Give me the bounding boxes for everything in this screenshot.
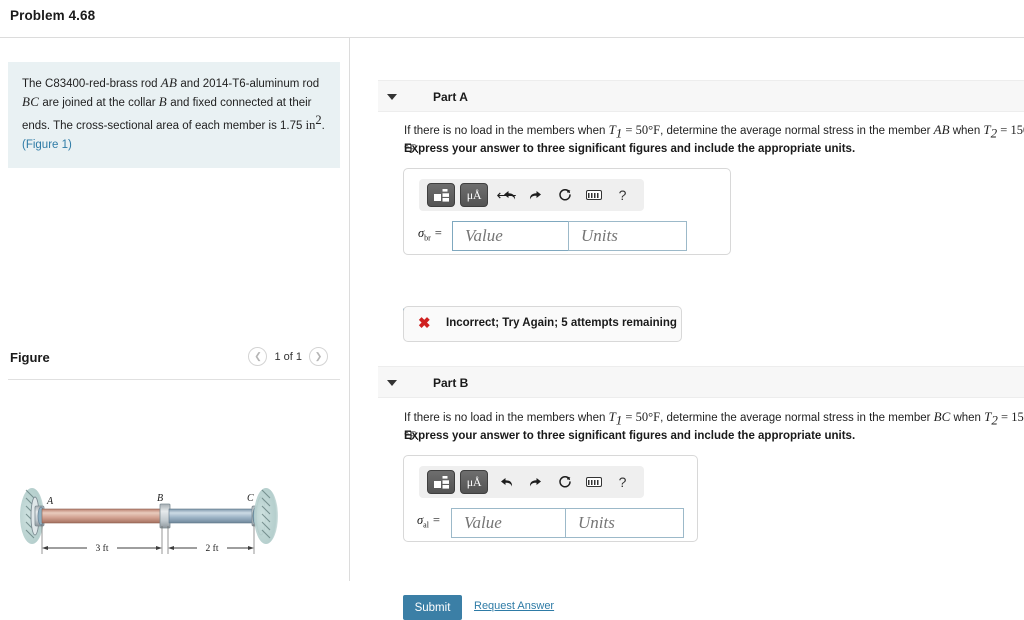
figure-label-a: A [46, 496, 54, 507]
figure-label-c: C [247, 493, 254, 504]
figure-pager: ❮ 1 of 1 ❯ [248, 347, 328, 366]
figure-next-button[interactable]: ❯ [309, 347, 328, 366]
figure-section-title: Figure [10, 350, 50, 365]
qb-eq2: = 150 [1001, 410, 1024, 424]
figure-page-count: 1 of 1 [274, 350, 302, 363]
part-b-instruction: Express your answer to three significant… [404, 430, 856, 442]
sigma-subscript: br [424, 233, 431, 243]
part-a-units-input[interactable] [568, 221, 687, 251]
part-b-header[interactable]: Part B [378, 366, 1024, 398]
chevron-down-icon[interactable] [387, 94, 397, 100]
red-x-icon: ✖ [418, 315, 431, 332]
micro-angstrom-units-icon[interactable]: μÅ [460, 183, 488, 207]
left-pane: The C83400-red-brass rod AB and 2014-T6-… [0, 38, 349, 581]
part-a-feedback-text: Incorrect; Try Again; 5 attempts remaini… [446, 317, 677, 329]
statement-text-2: and 2014-T6-aluminum rod [177, 78, 320, 90]
chevron-left-icon: ❮ [254, 351, 262, 361]
qa-mid: , determine the average normal stress in… [660, 125, 934, 137]
part-b-request-answer-link[interactable]: Request Answer [474, 600, 554, 612]
question-mark-icon[interactable]: ? [609, 183, 636, 207]
qa-eq1: = 50 [622, 123, 649, 137]
math-template-icon[interactable] [427, 470, 455, 494]
keyboard-icon[interactable] [580, 470, 607, 494]
keyboard-icon[interactable] [580, 183, 607, 207]
part-a-instruction: Express your answer to three significant… [404, 143, 856, 155]
statement-var-ab: AB [160, 75, 178, 90]
part-a-toolbar: μÅ ⟵︎ ? [419, 179, 644, 211]
reset-circular-arrow-icon[interactable] [551, 183, 578, 207]
redo-arrow-icon[interactable] [522, 183, 549, 207]
math-template-icon[interactable] [427, 183, 455, 207]
figure-label-b: B [157, 493, 163, 504]
right-wall-support [254, 488, 278, 544]
figure-1-link[interactable]: (Figure 1) [22, 137, 72, 154]
part-b-answer-box: μÅ ? σal = Value Units [403, 455, 698, 542]
qa-when: when [949, 125, 984, 137]
figure-prev-button[interactable]: ❮ [248, 347, 268, 366]
qb-member: BC [933, 409, 951, 424]
statement-var-b: B [158, 94, 168, 109]
qb-t1: T [608, 409, 616, 424]
figure-dim-left: 3 ft [96, 543, 109, 554]
chevron-down-icon[interactable] [387, 380, 397, 386]
part-b-submit-button[interactable]: Submit [403, 595, 462, 620]
qa-t2: T [983, 122, 991, 137]
statement-var-bc: BC [22, 94, 40, 109]
reset-circular-arrow-icon[interactable] [551, 470, 578, 494]
statement-text-3: are joined at the collar [39, 97, 159, 109]
qb-eq1: = 50 [622, 410, 649, 424]
part-a-answer-box: μÅ ⟵︎ ? [403, 168, 731, 255]
sigma-subscript: al [423, 520, 429, 530]
part-b-title: Part B [433, 376, 469, 390]
part-b-units-input[interactable] [565, 508, 684, 538]
page-title: Problem 4.68 [10, 8, 96, 23]
qb-mid: , determine the average normal stress in… [660, 412, 934, 424]
chevron-right-icon: ❯ [314, 351, 323, 361]
qa-degf1: °F [648, 123, 661, 137]
part-b-answer-symbol: σal = [417, 513, 441, 530]
figure-dim-right: 2 ft [206, 543, 219, 554]
redo-arrow-icon[interactable] [522, 470, 549, 494]
qa-member: AB [933, 122, 950, 137]
qb-degf1: °F [648, 410, 661, 424]
figure-header-rule [8, 379, 340, 380]
figure-header: Figure ❮ 1 of 1 ❯ [8, 343, 340, 379]
undo-arrow-icon[interactable]: ⟵︎ [493, 183, 520, 207]
part-a-title: Part A [433, 90, 468, 104]
app-header: Problem 4.68 [0, 0, 1024, 38]
part-a-answer-symbol: σbr = [418, 226, 442, 243]
part-a-feedback: ✖ Incorrect; Try Again; 5 attempts remai… [403, 306, 682, 342]
figure-image[interactable]: A B C 3 ft 2 ft [0, 468, 349, 598]
qa-t1: T [608, 122, 616, 137]
statement-period: . [321, 119, 325, 132]
micro-angstrom-units-icon[interactable]: μÅ [460, 470, 488, 494]
question-mark-icon[interactable]: ? [609, 470, 636, 494]
statement-unit-in: in [305, 117, 316, 132]
problem-statement: The C83400-red-brass rod AB and 2014-T6-… [8, 62, 340, 168]
statement-text-1: The C83400-red-brass rod [22, 78, 161, 90]
qa-eq2: = 150 [1000, 123, 1024, 137]
qb-when: when [950, 412, 985, 424]
qb-pre: If there is no load in the members when [404, 412, 609, 424]
right-pane: Part A If there is no load in the member… [350, 38, 1024, 620]
qa-pre: If there is no load in the members when [404, 125, 609, 137]
equals-sign: = [433, 226, 443, 240]
part-b-toolbar: μÅ ? [419, 466, 644, 498]
part-b-value-input[interactable] [451, 508, 566, 538]
part-a-value-input[interactable] [452, 221, 569, 251]
equals-sign: = [432, 513, 441, 527]
undo-arrow-icon[interactable] [493, 470, 520, 494]
part-a-header[interactable]: Part A [378, 80, 1024, 112]
